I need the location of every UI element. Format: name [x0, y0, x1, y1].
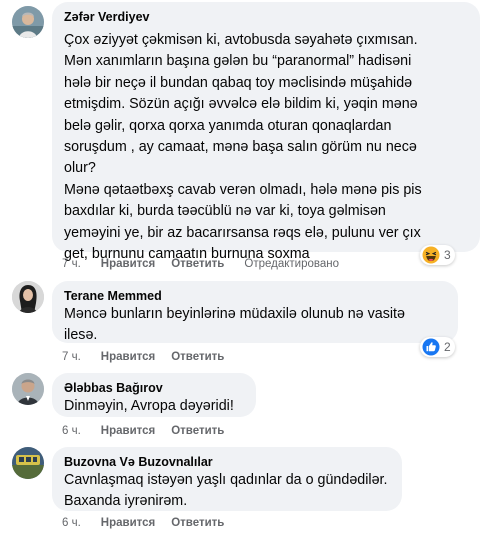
comment-text: Dinməyin, Avropa dəyəridi! — [64, 398, 234, 414]
comment-time[interactable]: 6 ч. — [62, 424, 81, 438]
comment-time[interactable]: 7 ч. — [62, 257, 81, 271]
avatar-photo-icon — [12, 447, 44, 479]
reaction-count: 3 — [444, 248, 451, 262]
like-button[interactable]: Нравится — [101, 350, 155, 364]
reply-button[interactable]: Ответить — [171, 424, 224, 438]
comment-author[interactable]: Terane Memmed — [64, 288, 446, 304]
comment-text: Çox əziyyət çəkmisən ki, avtobusda səyah… — [64, 32, 422, 263]
haha-reaction-icon — [422, 246, 440, 264]
reaction-badge[interactable]: 3 — [420, 245, 455, 265]
comment-text: Məncə bunların beyinlərinə müdaxilə olun… — [64, 306, 405, 344]
like-button[interactable]: Нравится — [101, 424, 155, 438]
comment-bubble: Zəfər Verdiyev Çox əziyyət çəkmisən ki, … — [52, 2, 480, 262]
avatar[interactable] — [12, 281, 44, 313]
reply-button[interactable]: Ответить — [171, 516, 224, 530]
comment-author[interactable]: Ələbbas Bağırov — [64, 380, 244, 396]
comment-author[interactable]: Buzovna Və Buzovnalılar — [64, 454, 390, 470]
comment-bubble: Buzovna Və Buzovnalılar Cavnlaşmaq istəy… — [52, 447, 402, 511]
comment-bubble: Terane Memmed Məncə bunların beyinlərinə… — [52, 281, 458, 343]
comment-time[interactable]: 7 ч. — [62, 350, 81, 364]
comment-actions: 7 ч. Нравится Ответить Отредактировано — [62, 257, 339, 271]
reaction-badge[interactable]: 2 — [420, 337, 455, 357]
avatar-photo-icon — [12, 373, 44, 405]
avatar[interactable] — [12, 6, 44, 38]
comment-author[interactable]: Zəfər Verdiyev — [64, 9, 468, 25]
like-button[interactable]: Нравится — [101, 257, 155, 271]
avatar[interactable] — [12, 373, 44, 405]
comment-bubble: Ələbbas Bağırov Dinməyin, Avropa dəyərid… — [52, 373, 256, 417]
comment-actions: 6 ч. Нравится Ответить — [62, 516, 240, 530]
avatar-photo-icon — [12, 281, 44, 313]
edited-label[interactable]: Отредактировано — [244, 257, 339, 271]
avatar[interactable] — [12, 447, 44, 479]
comment-time[interactable]: 6 ч. — [62, 516, 81, 530]
comment-text: Cavnlaşmaq istəyən yaşlı qadınlar da o g… — [64, 472, 388, 510]
reaction-count: 2 — [444, 340, 451, 354]
like-button[interactable]: Нравится — [101, 516, 155, 530]
comment-actions: 6 ч. Нравится Ответить — [62, 424, 240, 438]
avatar-photo-icon — [12, 6, 44, 38]
comment-actions: 7 ч. Нравится Ответить — [62, 350, 240, 364]
like-reaction-icon — [422, 338, 440, 356]
reply-button[interactable]: Ответить — [171, 350, 224, 364]
reply-button[interactable]: Ответить — [171, 257, 224, 271]
